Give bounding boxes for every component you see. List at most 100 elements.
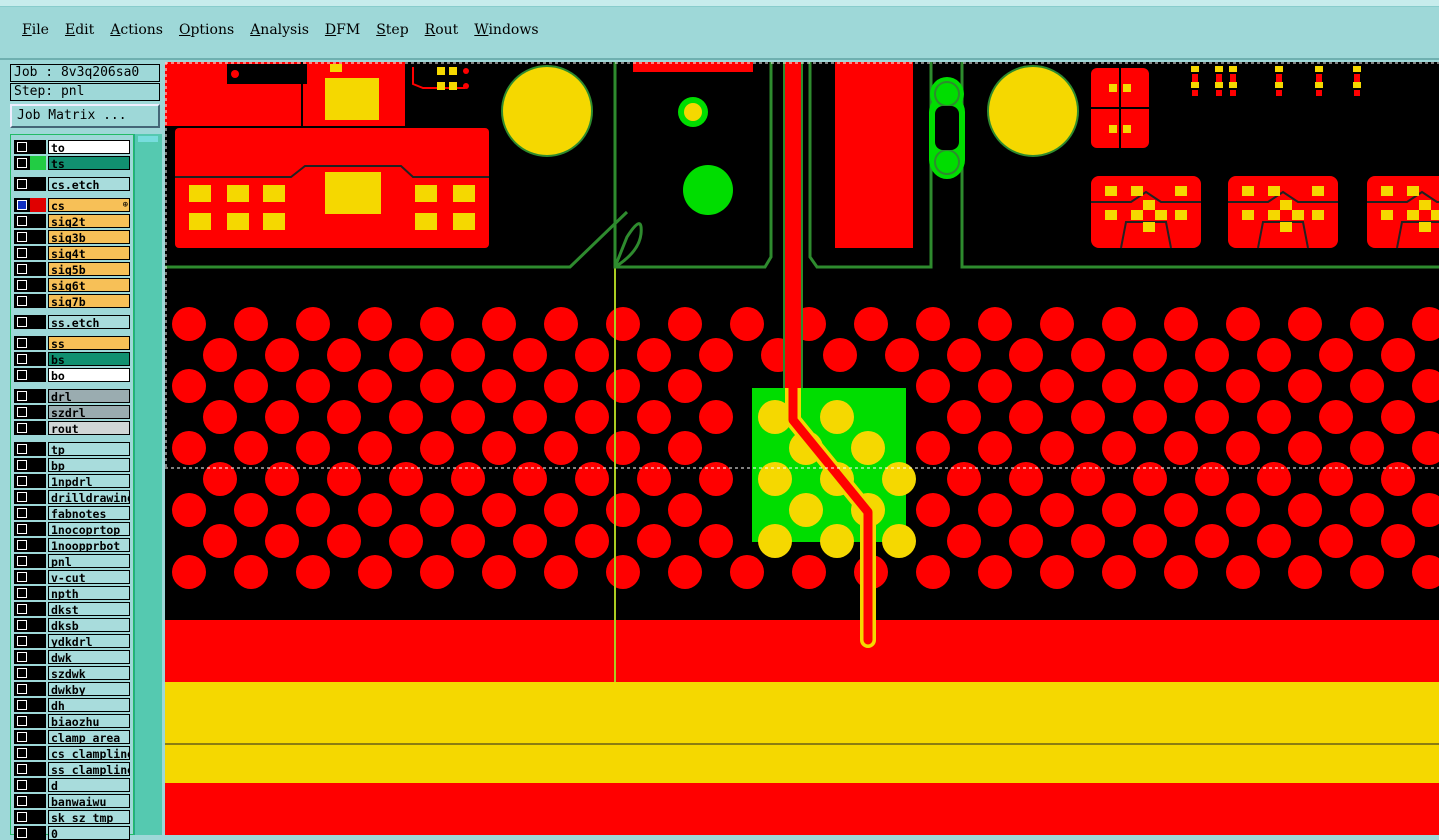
layer-list-scrollbar[interactable] <box>134 134 162 835</box>
layer-checkbox[interactable] <box>14 714 30 728</box>
layer-checkbox[interactable] <box>14 634 30 648</box>
graphic-canvas[interactable] <box>165 62 1439 835</box>
layer-color-swatch[interactable] <box>30 682 46 696</box>
layer-checkbox[interactable] <box>14 198 30 212</box>
layer-color-swatch[interactable] <box>30 762 46 776</box>
layer-label[interactable]: dkst <box>48 602 130 616</box>
layer-color-swatch[interactable] <box>30 810 46 824</box>
layer-row[interactable]: drilldrawing <box>14 490 132 504</box>
layer-label[interactable]: clamp_area <box>48 730 130 744</box>
layer-label[interactable]: fabnotes <box>48 506 130 520</box>
layer-label[interactable]: banwaiwu <box>48 794 130 808</box>
menu-dfm[interactable]: DFM <box>317 22 368 38</box>
layer-checkbox[interactable] <box>14 586 30 600</box>
layer-row[interactable]: szdrl <box>14 405 132 419</box>
layer-checkbox[interactable] <box>14 458 30 472</box>
layer-row[interactable]: 1npdrl <box>14 474 132 488</box>
layer-label[interactable]: cs <box>48 198 130 212</box>
layer-row[interactable]: sk_sz_tmp <box>14 810 132 824</box>
layer-color-swatch[interactable] <box>30 246 46 260</box>
layer-row[interactable]: ydkdrl <box>14 634 132 648</box>
layer-row[interactable]: clamp_area <box>14 730 132 744</box>
layer-label[interactable]: dwk <box>48 650 130 664</box>
layer-checkbox[interactable] <box>14 405 30 419</box>
layer-row[interactable]: to <box>14 140 132 154</box>
layer-row[interactable]: ts <box>14 156 132 170</box>
layer-row[interactable]: sig5b <box>14 262 132 276</box>
layer-checkbox[interactable] <box>14 490 30 504</box>
layer-row[interactable]: banwaiwu <box>14 794 132 808</box>
layer-row[interactable]: ss.etch <box>14 315 132 329</box>
layer-color-swatch[interactable] <box>30 315 46 329</box>
layer-checkbox[interactable] <box>14 352 30 366</box>
layer-label[interactable]: szdrl <box>48 405 130 419</box>
layer-color-swatch[interactable] <box>30 405 46 419</box>
layer-label[interactable]: dh <box>48 698 130 712</box>
layer-row[interactable]: cs.etch <box>14 177 132 191</box>
layer-row[interactable]: szdwk <box>14 666 132 680</box>
layer-color-swatch[interactable] <box>30 730 46 744</box>
layer-checkbox[interactable] <box>14 810 30 824</box>
layer-label[interactable]: sig6t <box>48 278 130 292</box>
layer-label[interactable]: npth <box>48 586 130 600</box>
layer-color-swatch[interactable] <box>30 826 46 840</box>
menu-step[interactable]: Step <box>368 22 416 38</box>
layer-label[interactable]: biaozhu <box>48 714 130 728</box>
layer-color-swatch[interactable] <box>30 140 46 154</box>
menu-edit[interactable]: Edit <box>57 22 102 38</box>
layer-color-swatch[interactable] <box>30 666 46 680</box>
layer-row[interactable]: sig4t <box>14 246 132 260</box>
layer-checkbox[interactable] <box>14 474 30 488</box>
layer-label[interactable]: tp <box>48 442 130 456</box>
layer-label[interactable]: drilldrawing <box>48 490 130 504</box>
layer-checkbox[interactable] <box>14 554 30 568</box>
layer-color-swatch[interactable] <box>30 368 46 382</box>
layer-color-swatch[interactable] <box>30 198 46 212</box>
layer-checkbox[interactable] <box>14 246 30 260</box>
layer-checkbox[interactable] <box>14 794 30 808</box>
layer-label[interactable]: szdwk <box>48 666 130 680</box>
layer-checkbox[interactable] <box>14 230 30 244</box>
layer-checkbox[interactable] <box>14 778 30 792</box>
layer-color-swatch[interactable] <box>30 522 46 536</box>
layer-row[interactable]: v-cut <box>14 570 132 584</box>
layer-checkbox[interactable] <box>14 442 30 456</box>
layer-row[interactable]: rout <box>14 421 132 435</box>
layer-label[interactable]: pnl <box>48 554 130 568</box>
layer-label[interactable]: ss <box>48 336 130 350</box>
layer-row[interactable]: sig7b <box>14 294 132 308</box>
layer-label[interactable]: d <box>48 778 130 792</box>
layer-label[interactable]: dksb <box>48 618 130 632</box>
layer-checkbox[interactable] <box>14 666 30 680</box>
layer-color-swatch[interactable] <box>30 278 46 292</box>
layer-color-swatch[interactable] <box>30 714 46 728</box>
layer-checkbox[interactable] <box>14 214 30 228</box>
layer-color-swatch[interactable] <box>30 506 46 520</box>
layer-row[interactable]: 1nocoprtop <box>14 522 132 536</box>
job-matrix-button[interactable]: Job Matrix ... <box>10 104 160 128</box>
layer-color-swatch[interactable] <box>30 586 46 600</box>
layer-color-swatch[interactable] <box>30 570 46 584</box>
layer-row[interactable]: biaozhu <box>14 714 132 728</box>
layer-row[interactable]: dh <box>14 698 132 712</box>
layer-row[interactable]: npth <box>14 586 132 600</box>
layer-checkbox[interactable] <box>14 762 30 776</box>
layer-row[interactable]: tp <box>14 442 132 456</box>
layer-label[interactable]: cs.etch <box>48 177 130 191</box>
layer-row[interactable]: cs ⊕ <box>14 198 132 212</box>
layer-color-swatch[interactable] <box>30 554 46 568</box>
layer-label[interactable]: sig4t <box>48 246 130 260</box>
layer-color-swatch[interactable] <box>30 294 46 308</box>
layer-color-swatch[interactable] <box>30 490 46 504</box>
layer-row[interactable]: fabnotes <box>14 506 132 520</box>
layer-color-swatch[interactable] <box>30 442 46 456</box>
layer-label[interactable]: 0 <box>48 826 130 840</box>
layer-checkbox[interactable] <box>14 522 30 536</box>
layer-checkbox[interactable] <box>14 315 30 329</box>
layer-label[interactable]: ss.etch <box>48 315 130 329</box>
layer-checkbox[interactable] <box>14 730 30 744</box>
layer-color-swatch[interactable] <box>30 230 46 244</box>
layer-color-swatch[interactable] <box>30 618 46 632</box>
layer-checkbox[interactable] <box>14 336 30 350</box>
layer-checkbox[interactable] <box>14 278 30 292</box>
